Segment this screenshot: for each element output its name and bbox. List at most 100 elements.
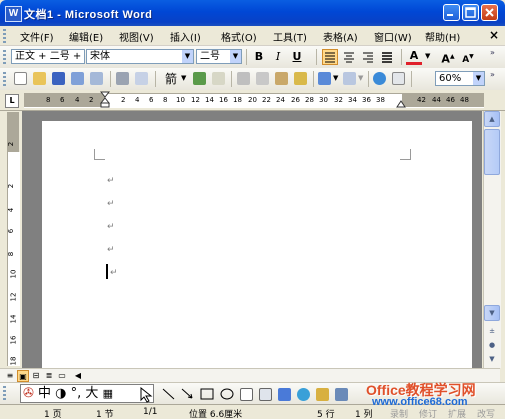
cut-icon[interactable] bbox=[237, 72, 250, 85]
word-app-icon[interactable]: W bbox=[5, 6, 22, 22]
rectangle-icon[interactable] bbox=[200, 388, 214, 400]
grow-font-button[interactable]: A▲ bbox=[440, 49, 456, 66]
open-folder-icon[interactable] bbox=[33, 72, 46, 85]
chevron-down-icon[interactable]: ▼ bbox=[182, 50, 193, 63]
menu-table[interactable]: 表格(A) bbox=[323, 29, 358, 44]
document-close-icon[interactable]: × bbox=[489, 28, 499, 42]
toolbar-grip[interactable] bbox=[3, 386, 6, 400]
table-icon[interactable] bbox=[392, 72, 405, 85]
maximize-button[interactable] bbox=[462, 4, 479, 21]
toolbar-grip[interactable] bbox=[3, 72, 6, 86]
zoom-combo[interactable]: 60% ▼ bbox=[435, 71, 485, 86]
chevron-down-icon[interactable]: ▼ bbox=[473, 72, 484, 85]
diagram-icon[interactable] bbox=[297, 388, 310, 401]
email-icon[interactable] bbox=[90, 72, 103, 85]
line-icon[interactable] bbox=[162, 388, 175, 400]
toolbar-options-icon[interactable]: » bbox=[490, 70, 495, 79]
spelling-icon[interactable] bbox=[193, 72, 206, 85]
title-bar[interactable]: W 文档1 - Microsoft Word bbox=[0, 0, 505, 26]
right-indent-marker-icon[interactable] bbox=[396, 99, 406, 108]
paragraph-mark: ↵ bbox=[110, 268, 118, 278]
menu-format[interactable]: 格式(O) bbox=[221, 29, 257, 44]
style-button[interactable]: 箭 bbox=[160, 71, 182, 87]
menu-file[interactable]: 文件(F) bbox=[20, 29, 54, 44]
scroll-down-icon[interactable]: ▼ bbox=[484, 305, 500, 321]
vertical-ruler[interactable]: 2 2 4 6 8 10 12 14 16 18 bbox=[4, 112, 21, 368]
separator bbox=[368, 71, 369, 87]
vertical-text-box-icon[interactable] bbox=[259, 388, 272, 401]
ruler-tick: 2 bbox=[89, 96, 94, 104]
menu-grip[interactable] bbox=[3, 29, 6, 43]
ruler-tick: 16 bbox=[219, 96, 228, 104]
italic-button[interactable]: I bbox=[270, 49, 286, 65]
horizontal-ruler[interactable]: L 8 6 4 2 2 4 6 8 10 12 14 16 18 20 22 2… bbox=[0, 90, 505, 111]
page[interactable]: ↵ ↵ ↵ ↵ ↵ bbox=[42, 121, 472, 368]
menu-edit[interactable]: 编辑(E) bbox=[69, 29, 103, 44]
wordart-icon[interactable] bbox=[278, 388, 291, 401]
underline-button[interactable]: U bbox=[289, 49, 305, 65]
menu-insert[interactable]: 插入(I) bbox=[170, 29, 201, 44]
menu-window[interactable]: 窗口(W) bbox=[374, 29, 412, 44]
chevron-down-icon[interactable]: ▼ bbox=[181, 74, 186, 82]
scroll-thumb[interactable] bbox=[484, 129, 500, 175]
ruler-strip[interactable]: 8 6 4 2 2 4 6 8 10 12 14 16 18 20 22 24 … bbox=[24, 91, 484, 109]
copy-icon[interactable] bbox=[256, 72, 269, 85]
document-area[interactable]: ↵ ↵ ↵ ↵ ↵ bbox=[22, 111, 482, 368]
tab-selector[interactable]: L bbox=[5, 94, 19, 108]
arrow-icon[interactable] bbox=[181, 388, 194, 400]
print-icon[interactable] bbox=[116, 72, 129, 85]
format-painter-icon[interactable] bbox=[294, 72, 307, 85]
align-right-icon[interactable] bbox=[360, 49, 376, 65]
indent-marker-icon[interactable] bbox=[100, 91, 110, 109]
web-layout-icon[interactable]: ▣ bbox=[17, 370, 29, 382]
normal-view-icon[interactable]: ≡ bbox=[4, 370, 16, 382]
hyperlink-icon[interactable] bbox=[373, 72, 386, 85]
separator bbox=[246, 49, 247, 65]
chevron-down-icon[interactable]: ▼ bbox=[358, 74, 363, 82]
menu-tools[interactable]: 工具(T) bbox=[273, 29, 307, 44]
scroll-up-icon[interactable]: ▲ bbox=[484, 111, 500, 127]
chevron-down-icon[interactable]: ▼ bbox=[333, 74, 338, 82]
permission-icon[interactable] bbox=[71, 72, 84, 85]
save-icon[interactable] bbox=[52, 72, 65, 85]
research-icon[interactable] bbox=[212, 72, 225, 85]
align-center-icon[interactable] bbox=[341, 49, 357, 65]
print-layout-icon[interactable]: ⊟ bbox=[30, 370, 42, 382]
align-justify-button[interactable] bbox=[322, 49, 338, 65]
outline-view-icon[interactable]: ≣ bbox=[43, 370, 55, 382]
ime-status-bar[interactable]: ✇ 中 ◑ °, 大 ▦ bbox=[20, 384, 154, 403]
scroll-left-icon[interactable]: ◀ bbox=[72, 370, 84, 382]
chevron-down-icon[interactable]: ▼ bbox=[425, 52, 430, 60]
new-document-icon[interactable] bbox=[14, 72, 27, 85]
vertical-scrollbar[interactable]: ▲ ▼ ± ● ▼ bbox=[483, 111, 501, 368]
bold-button[interactable]: B bbox=[251, 49, 267, 65]
menu-view[interactable]: 视图(V) bbox=[119, 29, 154, 44]
style-combo[interactable]: 正文 + 二号 + bbox=[11, 49, 85, 64]
ime-logo-icon[interactable]: ✇ bbox=[23, 386, 34, 401]
text-box-icon[interactable] bbox=[240, 388, 253, 401]
paste-icon[interactable] bbox=[275, 72, 288, 85]
distributed-align-icon[interactable] bbox=[379, 49, 395, 65]
menu-help[interactable]: 帮助(H) bbox=[425, 29, 460, 44]
reading-layout-icon[interactable]: ▭ bbox=[56, 370, 68, 382]
status-section: 1 节 bbox=[96, 410, 114, 419]
keyboard-icon[interactable]: ▦ bbox=[103, 387, 113, 400]
redo-icon[interactable] bbox=[343, 72, 356, 85]
vruler-tick: 8 bbox=[7, 251, 16, 257]
ruler-tick: 38 bbox=[376, 96, 385, 104]
close-button[interactable] bbox=[481, 4, 498, 21]
toolbar-grip[interactable] bbox=[3, 50, 6, 64]
toolbar-options-icon[interactable]: » bbox=[490, 48, 495, 57]
font-size-combo[interactable]: 二号 ▼ bbox=[196, 49, 242, 64]
shrink-font-button[interactable]: A▼ bbox=[460, 49, 476, 65]
picture-icon[interactable] bbox=[335, 388, 348, 401]
chevron-down-icon[interactable]: ▼ bbox=[230, 50, 241, 63]
print-preview-icon[interactable] bbox=[135, 72, 148, 85]
next-page-icon[interactable]: ▼ bbox=[484, 351, 500, 367]
minimize-button[interactable] bbox=[443, 4, 460, 21]
font-color-button[interactable]: A bbox=[406, 49, 422, 65]
clip-art-icon[interactable] bbox=[316, 388, 329, 401]
font-combo[interactable]: 宋体 ▼ bbox=[86, 49, 194, 64]
undo-icon[interactable] bbox=[318, 72, 331, 85]
oval-icon[interactable] bbox=[220, 388, 234, 400]
